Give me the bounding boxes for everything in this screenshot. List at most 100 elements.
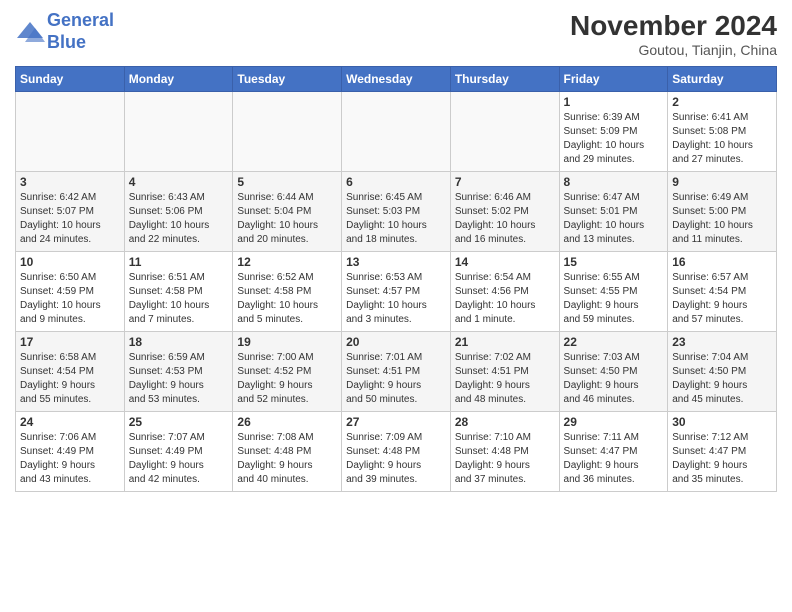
day-info: Sunrise: 6:42 AM Sunset: 5:07 PM Dayligh…: [20, 191, 120, 247]
day-number: 28: [455, 415, 555, 429]
calendar-cell: 15Sunrise: 6:55 AM Sunset: 4:55 PM Dayli…: [559, 252, 668, 332]
calendar-table: SundayMondayTuesdayWednesdayThursdayFrid…: [15, 66, 777, 492]
day-info: Sunrise: 7:07 AM Sunset: 4:49 PM Dayligh…: [129, 431, 229, 487]
calendar-week-row: 3 Sunrise: 6:42 AM Sunset: 5:07 PM Daylig…: [16, 172, 777, 252]
location: Goutou, Tianjin, China: [570, 42, 777, 58]
weekday-header-friday: Friday: [559, 67, 668, 92]
day-number: 12: [237, 255, 337, 269]
weekday-header-saturday: Saturday: [668, 67, 777, 92]
day-number: 20: [346, 335, 446, 349]
day-info: Sunrise: 7:03 AM Sunset: 4:50 PM Dayligh…: [564, 351, 664, 407]
day-number: 5: [237, 175, 337, 189]
day-info: Sunrise: 6:41 AM Sunset: 5:08 PM Dayligh…: [672, 111, 772, 167]
day-number: 13: [346, 255, 446, 269]
calendar-cell: 3 Sunrise: 6:42 AM Sunset: 5:07 PM Daylig…: [16, 172, 125, 252]
day-number: 24: [20, 415, 120, 429]
logo: General Blue: [15, 10, 114, 53]
calendar-cell: 18Sunrise: 6:59 AM Sunset: 4:53 PM Dayli…: [124, 332, 233, 412]
calendar-cell: 28 Sunrise: 7:10 AM Sunset: 4:48 PM Dayli…: [450, 412, 559, 492]
calendar-week-row: 24 Sunrise: 7:06 AM Sunset: 4:49 PM Dayli…: [16, 412, 777, 492]
day-number: 21: [455, 335, 555, 349]
calendar-cell: 16Sunrise: 6:57 AM Sunset: 4:54 PM Dayli…: [668, 252, 777, 332]
calendar-cell: 8Sunrise: 6:47 AM Sunset: 5:01 PM Daylig…: [559, 172, 668, 252]
calendar-cell: 1Sunrise: 6:39 AM Sunset: 5:09 PM Daylig…: [559, 92, 668, 172]
day-info: Sunrise: 6:53 AM Sunset: 4:57 PM Dayligh…: [346, 271, 446, 327]
calendar-cell: 12 Sunrise: 6:52 AM Sunset: 4:58 PM Dayli…: [233, 252, 342, 332]
day-info: Sunrise: 7:11 AM Sunset: 4:47 PM Dayligh…: [564, 431, 664, 487]
day-info: Sunrise: 6:54 AM Sunset: 4:56 PM Dayligh…: [455, 271, 555, 327]
day-number: 7: [455, 175, 555, 189]
day-number: 19: [237, 335, 337, 349]
day-info: Sunrise: 6:44 AM Sunset: 5:04 PM Dayligh…: [237, 191, 337, 247]
day-info: Sunrise: 7:08 AM Sunset: 4:48 PM Dayligh…: [237, 431, 337, 487]
day-info: Sunrise: 7:06 AM Sunset: 4:49 PM Dayligh…: [20, 431, 120, 487]
calendar-cell: 20 Sunrise: 7:01 AM Sunset: 4:51 PM Dayli…: [342, 332, 451, 412]
day-info: Sunrise: 6:49 AM Sunset: 5:00 PM Dayligh…: [672, 191, 772, 247]
page-container: General Blue November 2024 Goutou, Tianj…: [0, 0, 792, 497]
month-year: November 2024: [570, 10, 777, 42]
day-number: 26: [237, 415, 337, 429]
weekday-header-wednesday: Wednesday: [342, 67, 451, 92]
day-info: Sunrise: 6:47 AM Sunset: 5:01 PM Dayligh…: [564, 191, 664, 247]
day-info: Sunrise: 6:43 AM Sunset: 5:06 PM Dayligh…: [129, 191, 229, 247]
weekday-header-monday: Monday: [124, 67, 233, 92]
calendar-cell: 27Sunrise: 7:09 AM Sunset: 4:48 PM Dayli…: [342, 412, 451, 492]
day-number: 17: [20, 335, 120, 349]
calendar-week-row: 1Sunrise: 6:39 AM Sunset: 5:09 PM Daylig…: [16, 92, 777, 172]
day-number: 10: [20, 255, 120, 269]
title-section: November 2024 Goutou, Tianjin, China: [570, 10, 777, 58]
day-info: Sunrise: 6:58 AM Sunset: 4:54 PM Dayligh…: [20, 351, 120, 407]
calendar-cell: 30 Sunrise: 7:12 AM Sunset: 4:47 PM Dayli…: [668, 412, 777, 492]
calendar-cell: [342, 92, 451, 172]
weekday-header-thursday: Thursday: [450, 67, 559, 92]
day-number: 11: [129, 255, 229, 269]
day-number: 22: [564, 335, 664, 349]
calendar-cell: 9Sunrise: 6:49 AM Sunset: 5:00 PM Daylig…: [668, 172, 777, 252]
day-info: Sunrise: 7:12 AM Sunset: 4:47 PM Dayligh…: [672, 431, 772, 487]
day-number: 30: [672, 415, 772, 429]
day-info: Sunrise: 7:10 AM Sunset: 4:48 PM Dayligh…: [455, 431, 555, 487]
weekday-header-sunday: Sunday: [16, 67, 125, 92]
calendar-cell: 24 Sunrise: 7:06 AM Sunset: 4:49 PM Dayli…: [16, 412, 125, 492]
day-number: 27: [346, 415, 446, 429]
calendar-cell: 7 Sunrise: 6:46 AM Sunset: 5:02 PM Daylig…: [450, 172, 559, 252]
calendar-cell: 13 Sunrise: 6:53 AM Sunset: 4:57 PM Dayli…: [342, 252, 451, 332]
day-number: 3: [20, 175, 120, 189]
logo-icon: [15, 20, 45, 44]
day-info: Sunrise: 6:46 AM Sunset: 5:02 PM Dayligh…: [455, 191, 555, 247]
day-info: Sunrise: 7:01 AM Sunset: 4:51 PM Dayligh…: [346, 351, 446, 407]
calendar-week-row: 10 Sunrise: 6:50 AM Sunset: 4:59 PM Dayli…: [16, 252, 777, 332]
day-info: Sunrise: 6:52 AM Sunset: 4:58 PM Dayligh…: [237, 271, 337, 327]
calendar-cell: 25 Sunrise: 7:07 AM Sunset: 4:49 PM Dayli…: [124, 412, 233, 492]
day-info: Sunrise: 6:39 AM Sunset: 5:09 PM Dayligh…: [564, 111, 664, 167]
calendar-cell: 29Sunrise: 7:11 AM Sunset: 4:47 PM Dayli…: [559, 412, 668, 492]
calendar-cell: 5 Sunrise: 6:44 AM Sunset: 5:04 PM Daylig…: [233, 172, 342, 252]
day-info: Sunrise: 6:50 AM Sunset: 4:59 PM Dayligh…: [20, 271, 120, 327]
day-info: Sunrise: 6:57 AM Sunset: 4:54 PM Dayligh…: [672, 271, 772, 327]
weekday-header-row: SundayMondayTuesdayWednesdayThursdayFrid…: [16, 67, 777, 92]
calendar-cell: 6Sunrise: 6:45 AM Sunset: 5:03 PM Daylig…: [342, 172, 451, 252]
day-info: Sunrise: 6:55 AM Sunset: 4:55 PM Dayligh…: [564, 271, 664, 327]
calendar-week-row: 17 Sunrise: 6:58 AM Sunset: 4:54 PM Dayli…: [16, 332, 777, 412]
day-info: Sunrise: 6:59 AM Sunset: 4:53 PM Dayligh…: [129, 351, 229, 407]
calendar-cell: 17 Sunrise: 6:58 AM Sunset: 4:54 PM Dayli…: [16, 332, 125, 412]
calendar-cell: 11Sunrise: 6:51 AM Sunset: 4:58 PM Dayli…: [124, 252, 233, 332]
calendar-cell: 2Sunrise: 6:41 AM Sunset: 5:08 PM Daylig…: [668, 92, 777, 172]
header: General Blue November 2024 Goutou, Tianj…: [15, 10, 777, 58]
logo-text: General Blue: [47, 10, 114, 53]
calendar-cell: [124, 92, 233, 172]
calendar-cell: 10 Sunrise: 6:50 AM Sunset: 4:59 PM Dayli…: [16, 252, 125, 332]
day-number: 23: [672, 335, 772, 349]
calendar-cell: 14 Sunrise: 6:54 AM Sunset: 4:56 PM Dayli…: [450, 252, 559, 332]
day-info: Sunrise: 6:45 AM Sunset: 5:03 PM Dayligh…: [346, 191, 446, 247]
calendar-cell: [16, 92, 125, 172]
day-number: 25: [129, 415, 229, 429]
calendar-cell: 22 Sunrise: 7:03 AM Sunset: 4:50 PM Dayli…: [559, 332, 668, 412]
calendar-cell: 19Sunrise: 7:00 AM Sunset: 4:52 PM Dayli…: [233, 332, 342, 412]
day-number: 14: [455, 255, 555, 269]
calendar-cell: 4Sunrise: 6:43 AM Sunset: 5:06 PM Daylig…: [124, 172, 233, 252]
day-info: Sunrise: 7:02 AM Sunset: 4:51 PM Dayligh…: [455, 351, 555, 407]
calendar-cell: 23Sunrise: 7:04 AM Sunset: 4:50 PM Dayli…: [668, 332, 777, 412]
calendar-cell: [233, 92, 342, 172]
calendar-cell: [450, 92, 559, 172]
